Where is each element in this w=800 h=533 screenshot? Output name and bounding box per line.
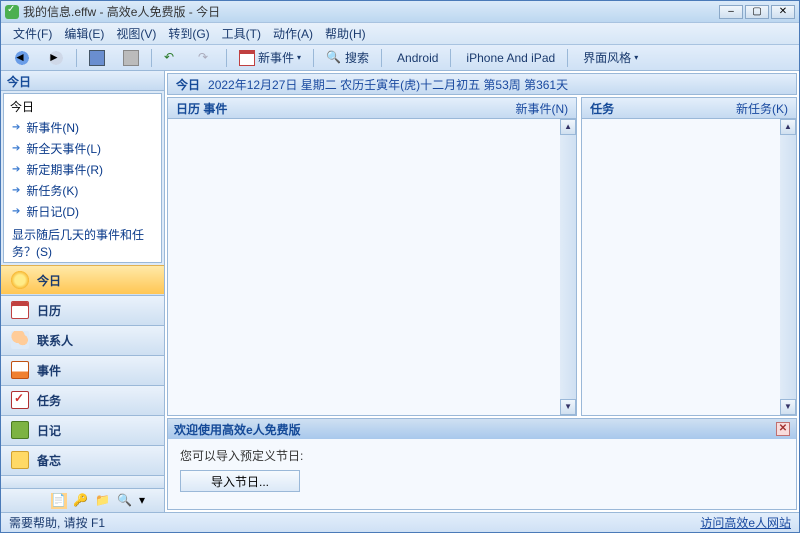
window-title: 我的信息.effw - 高效e人免费版 - 今日	[23, 3, 220, 20]
nav-contacts[interactable]: 联系人	[1, 325, 164, 355]
redo-button[interactable]: ↷	[191, 48, 221, 68]
calendar-header-left: 日历 事件	[176, 100, 227, 117]
android-button[interactable]: Android	[387, 48, 445, 68]
menu-tools[interactable]: 工具(T)	[216, 23, 267, 44]
folder-icon[interactable]: 📁	[95, 493, 111, 509]
sidebar: 今日 今日 新事件(N) 新全天事件(L) 新定期事件(R) 新任务(K) 新日…	[1, 71, 165, 512]
nav-memo[interactable]: 备忘	[1, 445, 164, 475]
menu-edit[interactable]: 编辑(E)	[58, 23, 110, 44]
toolbar: ◄ ► ↶ ↷ 新事件 🔍搜索 Android iPhone And iPad …	[1, 45, 799, 71]
people-icon	[11, 331, 29, 349]
nav-calendar[interactable]: 日历	[1, 295, 164, 325]
link-new-diary[interactable]: 新日记(D)	[6, 201, 159, 222]
print-button[interactable]	[116, 48, 146, 68]
show-days-label: 显示随后几天的事件和任务？(S)	[6, 222, 159, 263]
skin-button[interactable]: 界面风格	[573, 48, 645, 68]
new-task-link[interactable]: 新任务(K)	[736, 100, 788, 117]
disk-icon	[89, 50, 105, 66]
sidebar-header: 今日	[1, 71, 164, 91]
link-new-allday[interactable]: 新全天事件(L)	[6, 138, 159, 159]
nav-tasks[interactable]: 任务	[1, 385, 164, 415]
tasks-body: ▲ ▼	[581, 119, 797, 416]
undo-icon: ↶	[164, 50, 180, 66]
nav-back-button[interactable]: ◄	[7, 48, 37, 68]
scrollbar-tasks[interactable]: ▲ ▼	[780, 119, 796, 415]
event-icon	[11, 361, 29, 379]
menu-help[interactable]: 帮助(H)	[319, 23, 372, 44]
calendar-new-icon	[239, 50, 255, 66]
date-text: 2022年12月27日 星期二 农历壬寅年(虎)十二月初五 第53周 第361天	[208, 76, 568, 93]
scrollbar[interactable]: ▲ ▼	[560, 119, 576, 415]
scroll-down-icon[interactable]: ▼	[560, 399, 576, 415]
link-new-recur[interactable]: 新定期事件(R)	[6, 159, 159, 180]
link-new-task[interactable]: 新任务(K)	[6, 180, 159, 201]
menu-bar: 文件(F) 编辑(E) 视图(V) 转到(G) 工具(T) 动作(A) 帮助(H…	[1, 23, 799, 45]
nav-forward-button[interactable]: ►	[41, 48, 71, 68]
new-event-link[interactable]: 新事件(N)	[515, 100, 568, 117]
tasks-header: 任务 新任务(K)	[581, 97, 797, 119]
arrow-left-icon: ◄	[14, 50, 30, 66]
nav-today[interactable]: 今日	[1, 265, 164, 295]
new-event-button[interactable]: 新事件	[232, 48, 308, 68]
scroll-down-icon[interactable]: ▼	[780, 399, 796, 415]
status-website-link[interactable]: 访问高效e人网站	[700, 514, 791, 531]
chevron-down-icon[interactable]: ▾	[139, 493, 155, 509]
calendar-column: 日历 事件 新事件(N) ▲ ▼	[167, 97, 577, 416]
today-label: 今日	[176, 76, 200, 93]
scroll-up-icon[interactable]: ▲	[780, 119, 796, 135]
tasks-column: 任务 新任务(K) ▲ ▼	[581, 97, 797, 416]
menu-actions[interactable]: 动作(A)	[267, 23, 319, 44]
menu-goto[interactable]: 转到(G)	[162, 23, 215, 44]
tasks-header-left: 任务	[590, 100, 614, 117]
memo-icon	[11, 451, 29, 469]
search-icon: 🔍	[326, 50, 342, 66]
link-new-event[interactable]: 新事件(N)	[6, 117, 159, 138]
iphone-button[interactable]: iPhone And iPad	[456, 48, 562, 68]
menu-file[interactable]: 文件(F)	[7, 23, 58, 44]
nav-diary[interactable]: 日记	[1, 415, 164, 445]
import-holidays-button[interactable]: 导入节日...	[180, 470, 300, 492]
nav-events[interactable]: 事件	[1, 355, 164, 385]
search-button[interactable]: 🔍搜索	[319, 48, 376, 68]
task-icon	[11, 391, 29, 409]
status-bar: 需要帮助, 请按 F1 访问高效e人网站	[1, 512, 799, 532]
panel-title: 今日	[6, 96, 159, 117]
scroll-up-icon[interactable]: ▲	[560, 119, 576, 135]
sidebar-bottom-icons: 📄 🔑 📁 🔍 ▾	[1, 488, 164, 512]
welcome-close-button[interactable]: ✕	[776, 422, 790, 436]
maximize-button[interactable]: ▢	[745, 5, 769, 19]
menu-view[interactable]: 视图(V)	[110, 23, 162, 44]
close-button[interactable]: ✕	[771, 5, 795, 19]
undo-button[interactable]: ↶	[157, 48, 187, 68]
welcome-text: 您可以导入预定义节日:	[180, 447, 784, 464]
status-help-text: 需要帮助, 请按 F1	[9, 514, 105, 531]
sidebar-panel: 今日 新事件(N) 新全天事件(L) 新定期事件(R) 新任务(K) 新日记(D…	[3, 93, 162, 263]
printer-icon	[123, 50, 139, 66]
calendar-body: ▲ ▼	[167, 119, 577, 416]
calendar-header: 日历 事件 新事件(N)	[167, 97, 577, 119]
welcome-header: 欢迎使用高效e人免费版 ✕	[168, 419, 796, 439]
main-area: 今日 2022年12月27日 星期二 农历壬寅年(虎)十二月初五 第53周 第3…	[165, 71, 799, 512]
save-button[interactable]	[82, 48, 112, 68]
date-bar: 今日 2022年12月27日 星期二 农历壬寅年(虎)十二月初五 第53周 第3…	[167, 73, 797, 95]
calendar-icon	[11, 301, 29, 319]
diary-icon	[11, 421, 29, 439]
minimize-button[interactable]: –	[719, 5, 743, 19]
sun-icon	[11, 271, 29, 289]
welcome-title: 欢迎使用高效e人免费版	[174, 421, 301, 438]
welcome-panel: 欢迎使用高效e人免费版 ✕ 您可以导入预定义节日: 导入节日...	[167, 418, 797, 510]
title-bar: 我的信息.effw - 高效e人免费版 - 今日 – ▢ ✕	[1, 1, 799, 23]
key-icon[interactable]: 🔑	[73, 493, 89, 509]
app-icon	[5, 5, 19, 19]
arrow-right-icon: ►	[48, 50, 64, 66]
search-mini-icon[interactable]: 🔍	[117, 493, 133, 509]
note-icon[interactable]: 📄	[51, 493, 67, 509]
redo-icon: ↷	[198, 50, 214, 66]
